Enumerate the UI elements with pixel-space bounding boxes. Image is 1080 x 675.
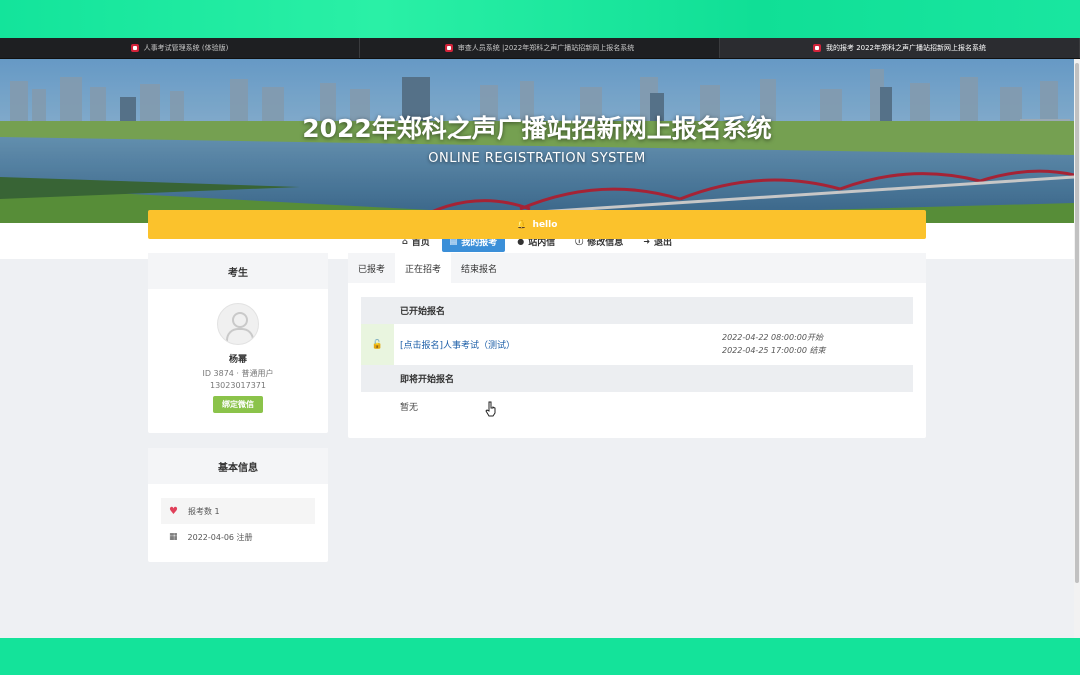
exam-row: 🔓 [点击报名]人事考试（测试） 2022-04-22 08:00:00开始 2… bbox=[361, 324, 913, 365]
notice-text: hello bbox=[532, 219, 558, 230]
user-panel-heading: 考生 bbox=[148, 253, 328, 289]
exam-dates: 2022-04-22 08:00:00开始 2022-04-25 17:00:0… bbox=[722, 331, 826, 357]
tab-registered[interactable]: 已报考 bbox=[348, 253, 395, 283]
heart-icon: ♥ bbox=[169, 505, 178, 517]
exam-tabs: 已报考 正在招考 结束报名 bbox=[348, 253, 926, 283]
exams-panel: 已报考 正在招考 结束报名 已开始报名 🔓 [点击报名]人事考试（测试） 202… bbox=[348, 253, 926, 438]
shield-icon bbox=[812, 44, 821, 52]
scrollbar-thumb[interactable] bbox=[1075, 63, 1079, 583]
unlock-icon: 🔓 bbox=[361, 324, 394, 365]
notice-bar: 🔔 hello bbox=[148, 210, 926, 239]
bind-wechat-button[interactable]: 绑定微信 bbox=[213, 396, 263, 413]
exam-end: 2022-04-25 17:00:00 结束 bbox=[722, 346, 826, 355]
site-title: 2022年郑科之声广播站招新网上报名系统 bbox=[302, 114, 772, 143]
browser-tab-1[interactable]: 人事考试管理系统 (体验版) bbox=[0, 38, 360, 58]
user-name: 杨幂 bbox=[228, 355, 247, 365]
exam-count-row: ♥ 报考数 1 bbox=[161, 498, 315, 524]
shield-icon bbox=[444, 44, 453, 52]
register-date: 2022-04-06 注册 bbox=[187, 532, 253, 542]
shield-icon bbox=[130, 44, 139, 52]
browser-tabbar: 人事考试管理系统 (体验版) 审查人员系统 |2022年郑科之声广播站招新网上报… bbox=[0, 38, 1080, 59]
frame-bottom bbox=[0, 638, 1080, 675]
info-panel: 基本信息 ♥ 报考数 1 ▦ 2022-04-06 注册 bbox=[148, 448, 328, 562]
exam-register-link[interactable]: [点击报名]人事考试（测试） bbox=[400, 338, 515, 351]
info-panel-heading: 基本信息 bbox=[148, 448, 328, 484]
calendar-icon: ▦ bbox=[169, 532, 178, 542]
hand-cursor-icon bbox=[485, 401, 496, 417]
frame-top bbox=[0, 0, 1080, 38]
upcoming-heading: 即将开始报名 bbox=[361, 365, 913, 392]
exam-start: 2022-04-22 08:00:00开始 bbox=[722, 333, 823, 342]
user-panel: 考生 杨幂 ID 3874 · 普通用户 13023017371 绑定微信 bbox=[148, 253, 328, 433]
browser-tab-3[interactable]: 我的报考 2022年郑科之声广播站招新网上报名系统 bbox=[720, 38, 1080, 58]
browser-tab-title: 我的报考 2022年郑科之声广播站招新网上报名系统 bbox=[825, 44, 987, 52]
upcoming-empty: 暂无 bbox=[400, 402, 419, 413]
register-date-row: ▦ 2022-04-06 注册 bbox=[161, 524, 315, 550]
exam-table: 已开始报名 🔓 [点击报名]人事考试（测试） 2022-04-22 08:00:… bbox=[361, 297, 913, 420]
banner: 2022年郑科之声广播站招新网上报名系统 ONLINE REGISTRATION… bbox=[0, 59, 1074, 223]
bell-icon: 🔔 bbox=[516, 220, 527, 229]
user-phone: 13023017371 bbox=[210, 381, 266, 390]
browser-tab-title: 审查人员系统 |2022年郑科之声广播站招新网上报名系统 bbox=[457, 44, 635, 52]
user-id: ID 3874 · 普通用户 bbox=[202, 369, 274, 378]
site-subtitle: ONLINE REGISTRATION SYSTEM bbox=[428, 151, 646, 166]
browser-tab-title: 人事考试管理系统 (体验版) bbox=[143, 44, 229, 52]
page-scrollbar[interactable] bbox=[1074, 59, 1080, 638]
tab-recruiting[interactable]: 正在招考 bbox=[395, 253, 452, 283]
browser-tab-2[interactable]: 审查人员系统 |2022年郑科之声广播站招新网上报名系统 bbox=[360, 38, 720, 58]
tab-closed[interactable]: 结束报名 bbox=[451, 253, 507, 283]
started-heading: 已开始报名 bbox=[361, 297, 913, 324]
avatar bbox=[217, 303, 259, 345]
exam-count: 报考数 1 bbox=[187, 506, 220, 516]
